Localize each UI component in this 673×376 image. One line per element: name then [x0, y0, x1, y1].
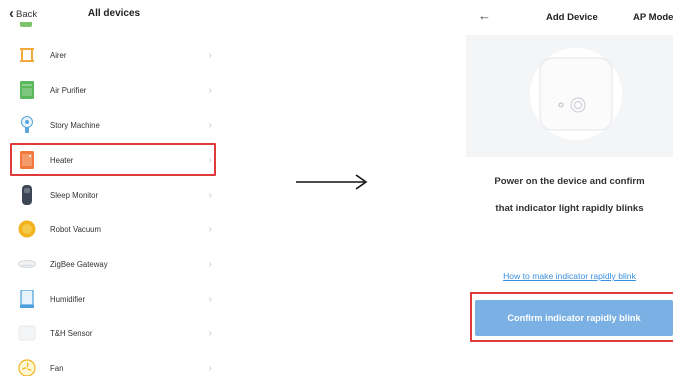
device-item-humidifier[interactable]: Humidifier ›	[8, 284, 220, 314]
ap-mode-button[interactable]: AP Mode	[633, 12, 673, 23]
chevron-right-icon: ›	[208, 258, 212, 270]
device-label: Robot Vacuum	[50, 224, 101, 234]
all-devices-panel: ‹ Back All devices Airer › Air Purifier …	[0, 0, 228, 376]
story-machine-icon	[18, 115, 36, 135]
device-label: T&H Sensor	[50, 328, 93, 338]
robot-vacuum-icon	[18, 219, 36, 239]
airer-icon	[18, 45, 36, 65]
chevron-right-icon: ›	[208, 49, 212, 61]
all-devices-header: ‹ Back All devices	[0, 0, 228, 28]
chevron-right-icon: ›	[208, 293, 212, 305]
device-item-zigbee-gateway[interactable]: ZigBee Gateway ›	[8, 249, 220, 279]
device-item-airer[interactable]: Airer ›	[8, 40, 220, 70]
device-item-story-machine[interactable]: Story Machine ›	[8, 110, 220, 140]
air-purifier-icon	[18, 80, 36, 100]
add-device-title: Add Device	[546, 12, 598, 23]
heater-highlight-box	[10, 143, 216, 176]
partial-device-icon	[20, 22, 32, 27]
device-item-th-sensor[interactable]: T&H Sensor ›	[8, 318, 220, 348]
device-label: Air Purifier	[50, 85, 87, 95]
instruction-line-2: that indicator light rapidly blinks	[495, 203, 644, 214]
confirm-highlight-box	[470, 292, 673, 342]
device-label: Sleep Monitor	[50, 190, 99, 200]
arrow-right-icon	[296, 174, 368, 190]
device-item-robot-vacuum[interactable]: Robot Vacuum ›	[8, 214, 220, 244]
th-sensor-icon	[18, 323, 36, 343]
device-label: Humidifier	[50, 294, 86, 304]
device-label: Fan	[50, 363, 64, 373]
device-label: Airer	[50, 50, 67, 60]
instruction-line-1: Power on the device and confirm	[494, 176, 645, 187]
device-item-fan[interactable]: Fan ›	[8, 353, 220, 376]
device-item-air-purifier[interactable]: Air Purifier ›	[8, 75, 220, 105]
help-link[interactable]: How to make indicator rapidly blink	[466, 271, 673, 281]
device-illustration	[530, 48, 622, 140]
page-title: All devices	[87, 8, 141, 19]
sleep-monitor-icon	[18, 185, 36, 205]
device-label: Story Machine	[50, 120, 100, 130]
chevron-right-icon: ›	[208, 84, 212, 96]
add-device-panel: ← Add Device AP Mode Power on the device…	[466, 0, 673, 376]
device-label: ZigBee Gateway	[50, 259, 108, 269]
chevron-right-icon: ›	[208, 119, 212, 131]
back-arrow-button[interactable]: ←	[478, 8, 491, 23]
humidifier-icon	[18, 289, 36, 309]
chevron-right-icon: ›	[208, 223, 212, 235]
chevron-right-icon: ›	[208, 189, 212, 201]
chevron-right-icon: ›	[208, 362, 212, 374]
device-item-sleep-monitor[interactable]: Sleep Monitor ›	[8, 180, 220, 210]
page: ‹ Back All devices Airer › Air Purifier …	[0, 0, 673, 376]
zigbee-gateway-icon	[18, 254, 36, 274]
fan-icon	[18, 358, 36, 376]
chevron-right-icon: ›	[208, 327, 212, 339]
